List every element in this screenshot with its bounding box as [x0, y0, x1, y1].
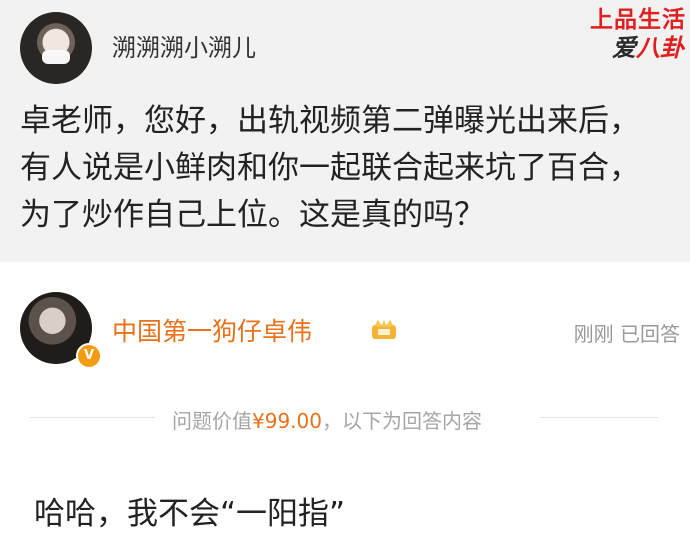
divider-suffix: ，以下为回答内容	[321, 409, 482, 433]
divider-line-left	[30, 417, 155, 418]
avatar-mask-shape	[42, 50, 70, 64]
asker-name[interactable]: 溯溯溯小溯儿	[112, 28, 256, 63]
divider-line-right	[540, 417, 658, 418]
answer-divider: 问题价值¥99.00，以下为回答内容	[172, 405, 482, 434]
divider-prefix: 问题价值	[172, 409, 252, 433]
logo-bottom-text: 爱八卦	[612, 28, 684, 63]
verified-badge-icon: V	[76, 343, 102, 369]
answer-status: 刚刚 已回答	[573, 322, 680, 346]
asker-avatar[interactable]	[20, 12, 92, 84]
site-logo: 上品生活 爱八卦	[566, 0, 690, 64]
answer-text: 哈哈，我不会“一阳指”	[34, 496, 346, 532]
question-text: 卓老师，您好，出轨视频第二弹曝光出来后，有人说是小鲜肉和你一起联合起来坑了百合，…	[20, 103, 640, 233]
logo-bottom-text-b: 八卦	[636, 34, 684, 62]
logo-bottom-text-a: 爱	[612, 34, 636, 62]
question-price: ¥99.00	[252, 409, 322, 433]
crown-icon	[372, 319, 396, 339]
answerer-name[interactable]: 中国第一狗仔卓伟	[112, 312, 312, 348]
